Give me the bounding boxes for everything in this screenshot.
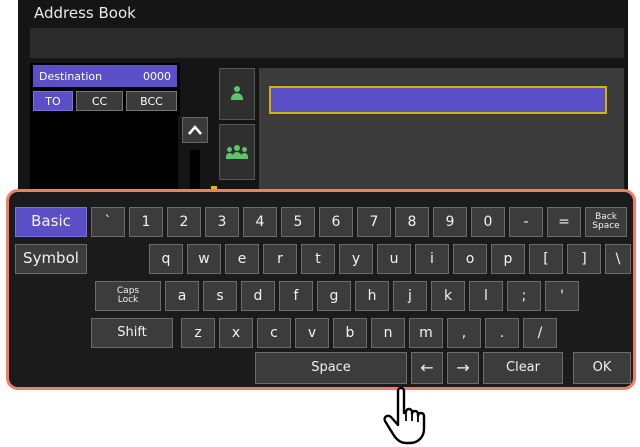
group-icon bbox=[226, 144, 248, 160]
ok-button[interactable]: OK bbox=[573, 352, 631, 384]
key-semicolon[interactable]: ; bbox=[507, 281, 541, 311]
key-d[interactable]: d bbox=[241, 281, 275, 311]
key-l[interactable]: l bbox=[469, 281, 503, 311]
hand-pointer-icon bbox=[383, 386, 426, 445]
key-2[interactable]: 2 bbox=[167, 207, 201, 237]
destination-count: 0000 bbox=[143, 69, 171, 83]
key-e[interactable]: e bbox=[225, 244, 259, 274]
individual-contacts-button[interactable] bbox=[219, 68, 255, 120]
key-comma[interactable]: , bbox=[447, 318, 481, 348]
key-a[interactable]: a bbox=[165, 281, 199, 311]
key-v[interactable]: v bbox=[295, 318, 329, 348]
shift-button[interactable]: Shift bbox=[91, 318, 173, 348]
backspace-button[interactable]: Back Space bbox=[585, 207, 627, 237]
right-arrow-button[interactable]: → bbox=[447, 352, 479, 384]
key-backslash[interactable]: \ bbox=[605, 244, 631, 274]
key-u[interactable]: u bbox=[377, 244, 411, 274]
key-quote[interactable]: ' bbox=[545, 281, 579, 311]
key-8[interactable]: 8 bbox=[395, 207, 429, 237]
key-y[interactable]: y bbox=[339, 244, 373, 274]
onscreen-keyboard: Basic ` 1 2 3 4 5 6 7 8 9 0 - = Back Spa… bbox=[6, 189, 636, 390]
person-icon bbox=[229, 86, 245, 102]
tab-cc[interactable]: CC bbox=[76, 91, 123, 111]
caps-lock-button[interactable]: Caps Lock bbox=[95, 281, 161, 311]
group-contacts-button[interactable] bbox=[219, 124, 255, 180]
scroll-up-button[interactable] bbox=[182, 117, 208, 143]
key-9[interactable]: 9 bbox=[433, 207, 467, 237]
key-r[interactable]: r bbox=[263, 244, 297, 274]
scroll-track[interactable] bbox=[190, 150, 200, 192]
key-w[interactable]: w bbox=[187, 244, 221, 274]
destination-display bbox=[30, 28, 624, 58]
key-backtick[interactable]: ` bbox=[91, 207, 125, 237]
key-slash[interactable]: / bbox=[523, 318, 557, 348]
destination-list bbox=[33, 114, 177, 194]
address-book-screen: Address Book Destination 0000 TO CC BCC … bbox=[0, 0, 640, 395]
space-button[interactable]: Space bbox=[255, 352, 407, 384]
left-arrow-button[interactable]: ← bbox=[411, 352, 443, 384]
key-7[interactable]: 7 bbox=[357, 207, 391, 237]
key-0[interactable]: 0 bbox=[471, 207, 505, 237]
key-left-bracket[interactable]: [ bbox=[529, 244, 563, 274]
mode-symbol-button[interactable]: Symbol bbox=[15, 244, 87, 274]
mode-basic-button[interactable]: Basic bbox=[15, 207, 87, 237]
key-t[interactable]: t bbox=[301, 244, 335, 274]
key-5[interactable]: 5 bbox=[281, 207, 315, 237]
key-p[interactable]: p bbox=[491, 244, 525, 274]
key-i[interactable]: i bbox=[415, 244, 449, 274]
key-m[interactable]: m bbox=[409, 318, 443, 348]
key-c[interactable]: c bbox=[257, 318, 291, 348]
tab-bcc[interactable]: BCC bbox=[126, 91, 177, 111]
key-1[interactable]: 1 bbox=[129, 207, 163, 237]
key-s[interactable]: s bbox=[203, 281, 237, 311]
destination-header: Destination 0000 bbox=[33, 65, 177, 87]
key-b[interactable]: b bbox=[333, 318, 367, 348]
caps-label-line2: Lock bbox=[117, 295, 139, 305]
chevron-up-icon bbox=[188, 125, 202, 135]
key-minus[interactable]: - bbox=[509, 207, 543, 237]
key-q[interactable]: q bbox=[149, 244, 183, 274]
destination-label: Destination bbox=[39, 69, 103, 83]
key-o[interactable]: o bbox=[453, 244, 487, 274]
key-6[interactable]: 6 bbox=[319, 207, 353, 237]
clear-button[interactable]: Clear bbox=[483, 352, 563, 384]
left-margin bbox=[0, 0, 8, 200]
key-3[interactable]: 3 bbox=[205, 207, 239, 237]
key-j[interactable]: j bbox=[393, 281, 427, 311]
key-4[interactable]: 4 bbox=[243, 207, 277, 237]
tab-to[interactable]: TO bbox=[33, 91, 73, 111]
page-title: Address Book bbox=[34, 4, 136, 22]
key-period[interactable]: . bbox=[485, 318, 519, 348]
key-k[interactable]: k bbox=[431, 281, 465, 311]
key-f[interactable]: f bbox=[279, 281, 313, 311]
backspace-label-line2: Space bbox=[592, 221, 620, 231]
search-input[interactable] bbox=[269, 86, 607, 114]
key-equals[interactable]: = bbox=[547, 207, 581, 237]
key-g[interactable]: g bbox=[317, 281, 351, 311]
key-h[interactable]: h bbox=[355, 281, 389, 311]
key-n[interactable]: n bbox=[371, 318, 405, 348]
key-right-bracket[interactable]: ] bbox=[567, 244, 601, 274]
key-z[interactable]: z bbox=[181, 318, 215, 348]
key-x[interactable]: x bbox=[219, 318, 253, 348]
